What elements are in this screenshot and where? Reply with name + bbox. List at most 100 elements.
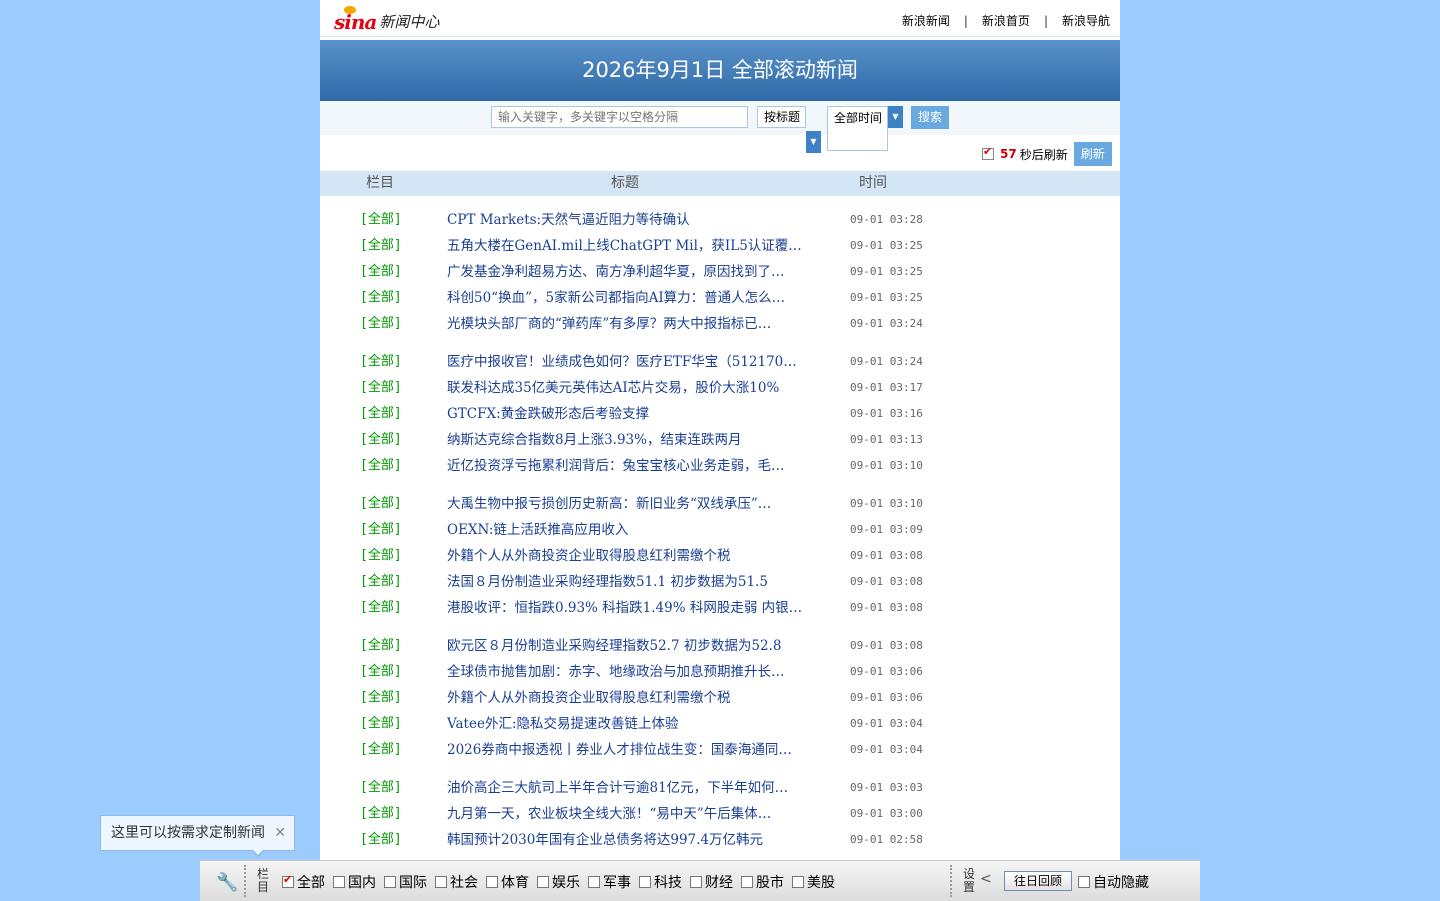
chevron-down-icon[interactable]: ▼: [888, 106, 903, 128]
news-column-link[interactable]: [全部]: [360, 427, 402, 453]
close-icon[interactable]: ✕: [274, 816, 286, 850]
nav-sina-news[interactable]: 新浪新闻: [902, 12, 950, 29]
list-item: [全部] 港股收评：恒指跌0.93% 科指跌1.49% 科网股走弱 内银… 09-0…: [320, 595, 1120, 621]
nav-sina-guide[interactable]: 新浪导航: [1062, 12, 1110, 29]
news-title-link[interactable]: 九月第一天，农业板块全线大涨！“易中天”午后集体…: [447, 801, 809, 827]
category-filter[interactable]: 军事: [588, 872, 631, 892]
nav-sina-home[interactable]: 新浪首页: [982, 12, 1030, 29]
news-column-link[interactable]: [全部]: [360, 349, 402, 375]
news-column-link[interactable]: [全部]: [360, 233, 402, 259]
news-column-link[interactable]: [全部]: [360, 375, 402, 401]
chevron-down-icon[interactable]: ▼: [806, 131, 821, 153]
tooltip-tail-fill: [252, 849, 264, 855]
category-checkbox[interactable]: [588, 876, 600, 888]
news-column-link[interactable]: [全部]: [360, 517, 402, 543]
category-checkbox[interactable]: [384, 876, 396, 888]
news-title-link[interactable]: 全球债市抛售加剧：赤字、地缘政治与加息预期推升长…: [447, 659, 809, 685]
category-label: 体育: [501, 875, 529, 891]
category-filter[interactable]: 体育: [486, 872, 529, 892]
top-bar: sina 新闻中心 新浪新闻 | 新浪首页 | 新浪导航: [320, 4, 1120, 37]
news-title-link[interactable]: 广发基金净利超易方达、南方净利超华夏，原因找到了…: [447, 259, 809, 285]
news-column-link[interactable]: [全部]: [360, 633, 402, 659]
category-filter[interactable]: 全部: [282, 872, 325, 892]
wrench-icon[interactable]: 🔧: [216, 872, 238, 894]
logo-brand: sina: [334, 10, 377, 34]
news-title-link[interactable]: 法国８月份制造业采购经理指数51.1 初步数据为51.5: [447, 569, 809, 595]
news-title-link[interactable]: 科创50“换血”，5家新公司都指向AI算力：普通人怎么…: [447, 285, 809, 311]
nav-separator: |: [1043, 13, 1048, 28]
news-title-link[interactable]: 大禹生物中报亏损创历史新高：新旧业务“双线承压”…: [447, 491, 809, 517]
category-filter[interactable]: 国际: [384, 872, 427, 892]
news-column-link[interactable]: [全部]: [360, 659, 402, 685]
category-filter[interactable]: 美股: [792, 872, 835, 892]
news-title-link[interactable]: 2026券商中报透视丨券业人才排位战生变：国泰海通同…: [447, 737, 809, 763]
list-item: [全部] CPT Markets:天然气逼近阻力等待确认 09-01 03:28: [320, 207, 1120, 233]
news-column-link[interactable]: [全部]: [360, 543, 402, 569]
search-by-select[interactable]: 按标题: [757, 106, 806, 128]
category-checkbox[interactable]: [435, 876, 447, 888]
auto-hide-toggle[interactable]: 自动隐藏: [1078, 872, 1149, 892]
category-filter[interactable]: 社会: [435, 872, 478, 892]
time-range-select[interactable]: 全部时间: [827, 106, 888, 151]
news-time: 09-01 03:10: [850, 497, 923, 510]
news-column-link[interactable]: [全部]: [360, 491, 402, 517]
news-title-link[interactable]: GTCFX:黄金跌破形态后考验支撑: [447, 401, 809, 427]
news-column-link[interactable]: [全部]: [360, 285, 402, 311]
news-title-link[interactable]: 港股收评：恒指跌0.93% 科指跌1.49% 科网股走弱 内银…: [447, 595, 809, 621]
category-checkbox[interactable]: [537, 876, 549, 888]
category-filter[interactable]: 股市: [741, 872, 784, 892]
news-title-link[interactable]: 外籍个人从外商投资企业取得股息红利需缴个税: [447, 685, 809, 711]
news-group: [全部] 大禹生物中报亏损创历史新高：新旧业务“双线承压”… 09-01 03:10…: [320, 491, 1120, 621]
sina-logo[interactable]: sina 新闻中心: [334, 6, 439, 34]
news-column-link[interactable]: [全部]: [360, 207, 402, 233]
news-column-link[interactable]: [全部]: [360, 259, 402, 285]
auto-refresh-checkbox[interactable]: [982, 145, 994, 160]
news-column-link[interactable]: [全部]: [360, 801, 402, 827]
news-title-link[interactable]: CPT Markets:天然气逼近阻力等待确认: [447, 207, 809, 233]
news-title-link[interactable]: 纳斯达克综合指数8月上涨3.93%，结束连跌两月: [447, 427, 809, 453]
news-title-link[interactable]: Vatee外汇:隐私交易提速改善链上体验: [447, 711, 809, 737]
category-filter[interactable]: 国内: [333, 872, 376, 892]
category-filter[interactable]: 科技: [639, 872, 682, 892]
news-column-link[interactable]: [全部]: [360, 453, 402, 479]
category-checkbox[interactable]: [741, 876, 753, 888]
news-title-link[interactable]: 油价高企三大航司上半年合计亏逾81亿元，下半年如何…: [447, 775, 809, 801]
category-checkbox[interactable]: [639, 876, 651, 888]
news-column-link[interactable]: [全部]: [360, 737, 402, 763]
keyword-input[interactable]: [491, 106, 748, 128]
category-checkbox[interactable]: [282, 873, 294, 888]
news-title-link[interactable]: 韩国预计2030年国有企业总债务将达997.4万亿韩元: [447, 827, 809, 853]
search-button[interactable]: 搜索: [911, 106, 949, 129]
news-title-link[interactable]: 欧元区８月份制造业采购经理指数52.7 初步数据为52.8: [447, 633, 809, 659]
news-column-link[interactable]: [全部]: [360, 711, 402, 737]
refresh-button[interactable]: 刷新: [1073, 142, 1112, 166]
news-column-link[interactable]: [全部]: [360, 685, 402, 711]
news-column-link[interactable]: [全部]: [360, 775, 402, 801]
news-time: 09-01 03:00: [850, 807, 923, 820]
nav-separator: |: [963, 13, 968, 28]
news-title-link[interactable]: 医疗中报收官！业绩成色如何？医疗ETF华宝（512170）…: [447, 349, 809, 375]
category-checkbox[interactable]: [792, 876, 804, 888]
news-title-link[interactable]: 光模块头部厂商的“弹药库”有多厚？两大中报指标已…: [447, 311, 809, 337]
news-column-link[interactable]: [全部]: [360, 569, 402, 595]
news-title-link[interactable]: 外籍个人从外商投资企业取得股息红利需缴个税: [447, 543, 809, 569]
category-filter[interactable]: 娱乐: [537, 872, 580, 892]
settings-label: 设置: [962, 867, 975, 894]
list-item: [全部] GTCFX:黄金跌破形态后考验支撑 09-01 03:16: [320, 401, 1120, 427]
category-checkbox[interactable]: [690, 876, 702, 888]
category-checkbox[interactable]: [486, 876, 498, 888]
history-button[interactable]: 往日回顾: [1004, 871, 1072, 891]
category-checkbox[interactable]: [333, 876, 345, 888]
news-column-link[interactable]: [全部]: [360, 401, 402, 427]
news-column-link[interactable]: [全部]: [360, 311, 402, 337]
news-title-link[interactable]: 近亿投资浮亏拖累利润背后：兔宝宝核心业务走弱，毛…: [447, 453, 809, 479]
news-column-link[interactable]: [全部]: [360, 827, 402, 853]
chevron-left-icon[interactable]: <: [980, 871, 992, 887]
news-title-link[interactable]: 联发科达成35亿美元英伟达AI芯片交易，股价大涨10%: [447, 375, 809, 401]
auto-hide-checkbox[interactable]: [1078, 876, 1090, 888]
category-filter[interactable]: 财经: [690, 872, 733, 892]
news-title-link[interactable]: OEXN:链上活跃推高应用收入: [447, 517, 809, 543]
news-column-link[interactable]: [全部]: [360, 595, 402, 621]
news-group: [全部] CPT Markets:天然气逼近阻力等待确认 09-01 03:28 [全…: [320, 207, 1120, 337]
news-title-link[interactable]: 五角大楼在GenAI.mil上线ChatGPT Mil，获IL5认证覆盖…: [447, 233, 809, 259]
